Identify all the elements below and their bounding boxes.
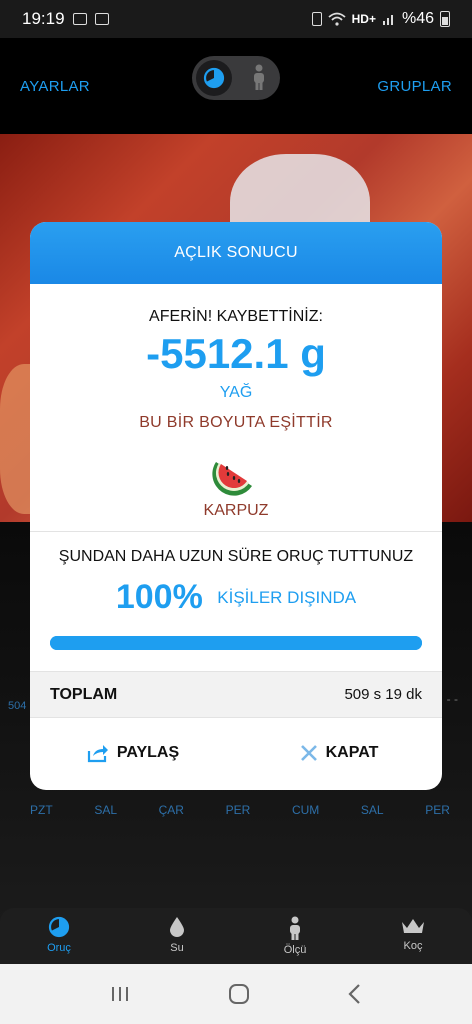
tab-measure[interactable]: Ölçü [236,908,354,964]
percent-value: 100% [115,578,203,616]
chart-side-label: 504 [8,700,27,712]
tab-label: Ölçü [283,944,307,956]
home-icon[interactable] [228,983,250,1005]
groups-link[interactable]: GRUPLAR [377,78,452,95]
tab-coach[interactable]: Koç [354,908,472,964]
watermelon-icon [212,462,252,496]
battery-icon [440,11,450,27]
back-icon[interactable] [347,983,363,1005]
percent-label: KİŞİLER DIŞINDA [217,587,357,607]
sim-icon [311,12,322,26]
close-icon [300,745,317,761]
weekday-label: PZT [30,803,53,817]
total-label: TOPLAM [50,685,118,703]
settings-link[interactable]: AYARLAR [20,78,90,95]
crown-icon [402,919,424,933]
gallery-icon [72,13,87,25]
tab-water[interactable]: Su [118,908,236,964]
weekday-label: SAL [360,803,384,817]
fruit-name: KARPUZ [203,502,269,519]
fasting-mode-icon[interactable] [196,60,232,96]
loss-unit: YAĞ [219,384,253,401]
tab-label: Koç [403,940,423,952]
total-value: 509 s 19 dk [344,686,422,703]
percent-row: 100% KİŞİLER DIŞINDA [30,578,442,617]
share-label: PAYLAŞ [116,744,180,761]
close-label: KAPAT [325,744,379,761]
screen: 19:19 HD+ %46 AYARLAR GRUPLAR 504 - - PZ… [0,0,472,1024]
app-bar: AYARLAR GRUPLAR [0,38,472,134]
progress-bar-fill [50,636,422,650]
water-drop-icon [170,917,184,937]
congrats-text: AFERİN! KAYBETTİNİZ: [149,308,323,325]
fasting-result-dialog: AÇLIK SONUCU AFERİN! KAYBETTİNİZ: -5512.… [30,222,442,790]
battery-percent: %46 [401,10,434,27]
status-bar: 19:19 HD+ %46 [0,0,472,38]
weekday-label: PER [425,803,450,817]
total-row: TOPLAM 509 s 19 dk [30,672,442,718]
tab-label: Oruç [47,942,71,954]
system-navigation-bar [0,964,472,1024]
weekday-label: ÇAR [158,803,184,817]
chart-side-dash: - - [446,692,458,706]
person-icon [290,916,300,940]
network-label: HD+ [351,12,376,26]
weekday-label: SAL [94,803,117,817]
mode-toggle[interactable] [192,56,280,100]
tab-fasting[interactable]: Oruç [0,908,118,964]
person-mode-icon[interactable] [252,64,266,90]
loss-section: AFERİN! KAYBETTİNİZ: -5512.1 g YAĞ BU Bİ… [30,284,442,532]
weekday-label: CUM [291,803,320,817]
recent-apps-icon[interactable] [109,984,131,1004]
equals-text: BU BİR BOYUTA EŞİTTİR [139,414,333,431]
photo-icon [94,13,109,25]
signal-icon [382,15,393,25]
comparison-text: ŞUNDAN DAHA UZUN SÜRE ORUÇ TUTTUNUZ [58,548,414,565]
weekday-label: PER [225,803,251,817]
weekday-labels: PZT SAL ÇAR PER CUM SAL PER [30,803,450,817]
dialog-title: AÇLIK SONUCU [30,222,442,284]
comparison-section: ŞUNDAN DAHA UZUN SÜRE ORUÇ TUTTUNUZ 100%… [30,532,442,672]
status-time: 19:19 [22,9,65,28]
close-button[interactable]: KAPAT [236,744,442,762]
share-button[interactable]: PAYLAŞ [30,743,236,763]
dialog-actions: PAYLAŞ KAPAT [30,718,442,788]
bottom-tab-bar: Oruç Su Ölçü Koç [0,908,472,964]
progress-bar [50,636,422,650]
wifi-icon [328,12,346,26]
loss-amount: -5512.1 g [146,330,326,377]
fasting-icon [48,916,70,938]
tab-label: Su [170,942,184,954]
share-icon [87,745,108,763]
